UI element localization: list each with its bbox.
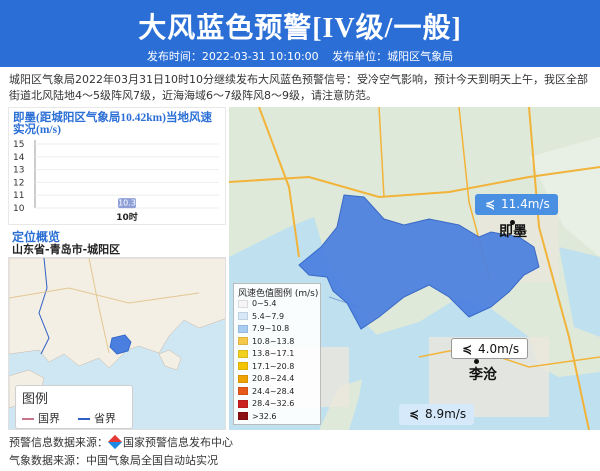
wind-scale-swatch bbox=[238, 324, 248, 333]
publish-unit: 发布单位：城阳区气象局 bbox=[332, 50, 454, 63]
minimap-legend: 图例 国界 省界 bbox=[15, 385, 133, 429]
chart-title: 即墨(距城阳区气象局10.42km)当地风速实况(m/s) bbox=[13, 112, 213, 136]
wind-scale-swatch bbox=[238, 374, 248, 383]
overview-minimap[interactable]: 图例 国界 省界 bbox=[8, 257, 226, 430]
province-border-swatch bbox=[78, 418, 90, 420]
wind-scale-item: 13.8~17.1 bbox=[238, 348, 294, 359]
wind-scale-item: 17.1~20.8 bbox=[238, 361, 294, 372]
wind-scale-item: >32.6 bbox=[238, 411, 277, 422]
wind-scale-item: 0~5.4 bbox=[238, 298, 277, 309]
wind-scale-swatch bbox=[238, 337, 248, 345]
wind-scale-item: 28.4~32.6 bbox=[238, 398, 294, 409]
wind-scale-swatch bbox=[238, 399, 248, 408]
wind-flag-icon: ≼ bbox=[461, 342, 473, 356]
wind-scale-swatch bbox=[238, 299, 248, 308]
location-place: 山东省-青岛市-城阳区 bbox=[12, 243, 121, 256]
legend-title: 图例 bbox=[22, 392, 49, 407]
wind-scale-label: 7.9~10.8 bbox=[252, 324, 290, 333]
data-label: 10.3 bbox=[118, 199, 136, 208]
y-tick-label: 14 bbox=[13, 153, 25, 163]
publish-time: 发布时间：2022-03-31 10:10:00 bbox=[146, 50, 319, 63]
left-panel: 15 14 13 12 11 10 10.3 10时 即墨(距城阳区气象局10.42km)当地… bbox=[8, 107, 226, 430]
wind-flag-icon: ≼ bbox=[484, 197, 496, 211]
wind-scale-item: 10.8~13.8 bbox=[238, 336, 294, 347]
y-tick-label: 12 bbox=[13, 178, 24, 188]
wind-chart: 15 14 13 12 11 10 10.3 10时 即墨(距城阳区气象局10.42km)当地… bbox=[8, 107, 226, 225]
station-wind-licang[interactable]: ≼ 4.0m/s bbox=[451, 338, 529, 359]
national-border-swatch bbox=[22, 418, 34, 420]
wind-scale-label: 13.8~17.1 bbox=[252, 349, 295, 358]
warning-description: 城阳区气象局2022年03月31日10时10分继续发布大风蓝色预警信号：受冷空气… bbox=[9, 73, 588, 102]
wind-scale-label: 17.1~20.8 bbox=[252, 361, 295, 371]
footer-warning-source: 预警信息数据来源： 国家预警信息发布中心 bbox=[9, 434, 233, 450]
wind-scale-label: 5.4~7.9 bbox=[252, 311, 285, 321]
warning-header: 大风蓝色预警[IV级/一般] 发布时间：2022-03-31 10:10:00 … bbox=[0, 0, 600, 67]
x-tick-label: 10时 bbox=[116, 211, 138, 223]
wind-scale-label: >32.6 bbox=[252, 411, 277, 421]
wind-scale-item: 5.4~7.9 bbox=[238, 311, 284, 322]
wind-scale-legend: 风速色值图例 (m/s) 0~5.4 5.4~7.9 7.9~10.8 10.8~13… bbox=[233, 283, 321, 425]
wind-flag-icon: ≼ bbox=[408, 407, 420, 421]
wind-scale-item: 7.9~10.8 bbox=[238, 323, 289, 334]
wind-scale-label: 20.8~24.4 bbox=[252, 374, 295, 383]
station-name-jimo: 即墨 bbox=[499, 224, 527, 240]
y-tick-label: 15 bbox=[13, 140, 24, 150]
y-tick-label: 10 bbox=[13, 204, 25, 214]
warning-meta: 发布时间：2022-03-31 10:10:00 发布单位：城阳区气象局 bbox=[0, 48, 600, 64]
wind-scale-label: 24.4~28.4 bbox=[252, 386, 295, 396]
warning-title: 大风蓝色预警[IV级/一般] bbox=[138, 13, 462, 44]
main-map[interactable]: 风速色值图例 (m/s) 0~5.4 5.4~7.9 7.9~10.8 10.8~13… bbox=[229, 107, 600, 430]
legend-province-border: 省界 bbox=[78, 410, 116, 426]
wind-scale-item: 20.8~24.4 bbox=[238, 373, 294, 384]
station-wind-jimo[interactable]: ≼ 11.4m/s bbox=[475, 194, 558, 215]
warning-center-logo-icon bbox=[107, 434, 123, 450]
footer-weather-source: 气象数据来源：中国气象局全国自动站实况 bbox=[9, 454, 218, 467]
station-wind-south[interactable]: ≼ 8.9m/s bbox=[399, 404, 475, 425]
wind-scale-label: 0~5.4 bbox=[252, 299, 277, 308]
wind-scale-item: 24.4~28.4 bbox=[238, 386, 294, 397]
wind-scale-swatch bbox=[238, 362, 248, 370]
y-tick-label: 11 bbox=[13, 191, 24, 201]
wind-scale-swatch bbox=[238, 312, 248, 320]
wind-scale-swatch bbox=[238, 387, 248, 395]
wind-scale-label: 10.8~13.8 bbox=[252, 336, 295, 346]
wind-scale-swatch bbox=[238, 412, 248, 420]
legend-national-border: 国界 bbox=[22, 410, 60, 426]
wind-scale-label: 28.4~32.6 bbox=[252, 399, 295, 408]
wind-scale-swatch bbox=[238, 349, 248, 358]
station-name-licang: 李沧 bbox=[469, 367, 497, 383]
y-tick-label: 13 bbox=[13, 166, 24, 176]
